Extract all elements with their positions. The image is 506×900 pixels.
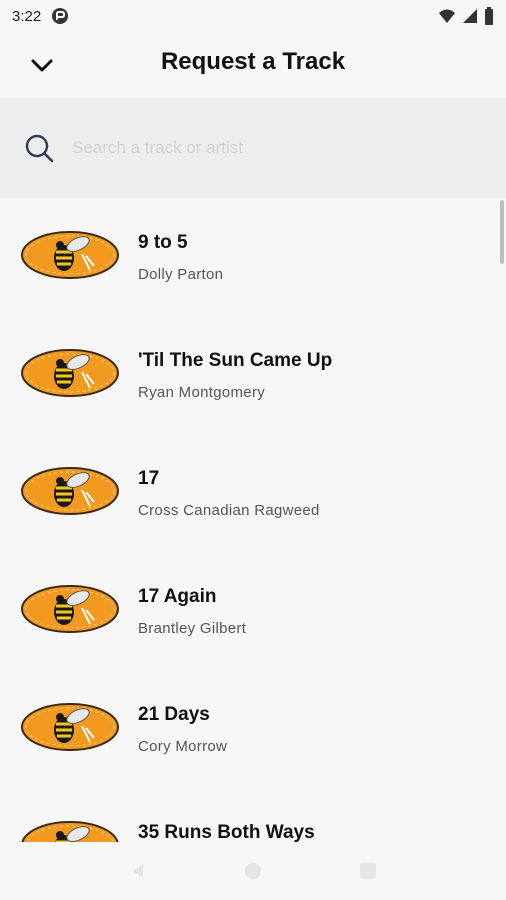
search-bar[interactable] [0,98,506,198]
track-item[interactable]: 35 Runs Both Ways [0,788,506,842]
track-title: 9 to 5 [138,232,188,253]
track-list[interactable]: 9 to 5 Dolly Parton 'Til The Sun Came Up… [0,198,506,842]
search-input[interactable] [70,137,454,159]
hornet-logo-icon [21,821,119,842]
track-item[interactable]: 17 Again Brantley Gilbert [0,552,506,670]
track-title: 17 [138,468,160,489]
track-title: 17 Again [138,586,217,607]
track-artist: Brantley Gilbert [138,620,247,637]
track-title: 35 Runs Both Ways [138,822,315,842]
track-text: 17 Again Brantley Gilbert [138,586,246,637]
hornet-logo-icon [21,585,119,633]
status-bar: 3:22 [0,0,506,32]
track-item[interactable]: 21 Days Cory Morrow [0,670,506,788]
track-item[interactable]: 'Til The Sun Came Up Ryan Montgomery [0,316,506,434]
status-right [438,7,494,25]
back-nav-icon[interactable] [129,862,147,880]
battery-icon [485,7,493,25]
status-left: 3:22 [12,7,69,25]
track-title: 'Til The Sun Came Up [138,350,333,371]
track-artist: Cory Morrow [138,738,228,755]
track-item[interactable]: 9 to 5 Dolly Parton [0,198,506,316]
hornet-logo-icon [21,467,119,515]
page-title: Request a Track [160,48,346,75]
scrollbar-thumb[interactable] [500,200,504,264]
hornet-logo-icon [21,349,119,397]
search-icon [25,134,54,163]
track-text: 35 Runs Both Ways [138,822,315,842]
track-artist: Cross Canadian Ragweed [138,502,320,519]
hornet-logo-icon [21,703,119,751]
signal-icon [463,9,477,23]
track-artist: Dolly Parton [138,266,224,283]
app-bar: Request a Track [0,32,506,98]
wifi-icon [439,9,455,23]
system-nav-bar [0,842,506,900]
recents-nav-icon[interactable] [359,862,377,880]
track-title: 21 Days [138,704,210,725]
vpn-icon [52,8,69,24]
track-item[interactable]: 17 Cross Canadian Ragweed [0,434,506,552]
home-nav-icon[interactable] [244,862,262,880]
track-text: 'Til The Sun Came Up Ryan Montgomery [138,350,332,401]
track-artist: Ryan Montgomery [138,384,266,401]
track-text: 21 Days Cory Morrow [138,704,227,755]
track-text: 9 to 5 Dolly Parton [138,232,223,283]
track-text: 17 Cross Canadian Ragweed [138,468,320,519]
hornet-logo-icon [21,231,119,279]
status-time: 3:22 [12,7,42,25]
